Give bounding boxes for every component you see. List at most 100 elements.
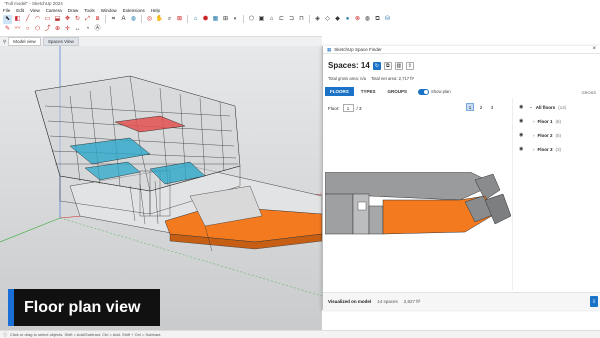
export-report-icon[interactable]: ⇩ (590, 296, 598, 307)
panel-header: ▦ SketchUp Space Finder (323, 46, 600, 54)
arc-icon[interactable]: ◠ (33, 15, 42, 24)
show-plan-toggle[interactable] (418, 88, 430, 95)
pan-icon[interactable]: ✋ (155, 15, 164, 24)
export-icon[interactable]: ⇪ (405, 61, 414, 70)
shaded-icon[interactable]: ● (343, 15, 352, 24)
tree-item-count: (5) (555, 132, 562, 138)
menu-window[interactable]: Window (101, 8, 117, 13)
delete-icon[interactable]: ▥ (394, 61, 403, 70)
scenes-collapse-icon[interactable]: ⚲ (3, 39, 6, 45)
menu-extensions[interactable]: Extensions (123, 8, 145, 13)
intersect-icon[interactable]: ⊕ (53, 25, 62, 34)
caption-text: Floor plan view (24, 298, 141, 316)
eraser-icon[interactable]: ◧ (13, 15, 22, 24)
top-view-icon[interactable]: ▣ (257, 15, 266, 24)
toolbar-divider (309, 15, 310, 23)
chevron-right-icon[interactable]: › (533, 147, 535, 152)
eye-icon[interactable]: ◉ (519, 132, 526, 138)
panel-tabs: FLOORS TYPES GROUPS Show plan (325, 87, 451, 96)
freehand-icon[interactable]: 〰 (13, 25, 22, 34)
tab-groups[interactable]: GROUPS (383, 87, 413, 96)
refresh-icon[interactable]: ↻ (372, 61, 381, 70)
main-toolbar: ⬉ ◧ ╱ ◠ ▭ ⬓ ✥ ↻ ⤢ ⧈ ⌗ A ◍ ◎ ✋ ⌕ ⊠ ⌂ ⬢ ▦ … (0, 14, 600, 24)
window-title-bar: "Full model" - SketchUp 2024 (0, 0, 600, 7)
tree-item-all-floors[interactable]: ◉ ⌄ All floors (14) (513, 100, 600, 114)
front-view-icon[interactable]: ⌂ (267, 15, 276, 24)
right-view-icon[interactable]: ⊏ (277, 15, 286, 24)
sections-icon[interactable]: ⊞ (221, 15, 230, 24)
space-finder-panel: ▦ SketchUp Space Finder × Spaces: 14 ↻ ⧉… (322, 46, 600, 310)
model-render (0, 46, 322, 297)
scale-icon[interactable]: ⤢ (83, 15, 92, 24)
select-icon[interactable]: ⬉ (3, 14, 12, 24)
dimension-icon[interactable]: ↔ (73, 25, 82, 34)
area-type-label[interactable]: GROSS (582, 90, 596, 95)
zoom-extents-icon[interactable]: ⊠ (175, 15, 184, 24)
page-button-3[interactable]: 3 (488, 103, 496, 111)
tab-floors[interactable]: FLOORS (325, 87, 354, 96)
floor-pagination: 1 2 3 (466, 103, 496, 111)
axes-icon[interactable]: ✛ (63, 25, 72, 34)
warehouse-icon[interactable]: ⌂ (191, 15, 200, 24)
rotate-icon[interactable]: ↻ (73, 15, 82, 24)
menu-help[interactable]: Help (151, 8, 160, 13)
scene-tab-spaces-view[interactable]: Spaces View (42, 37, 79, 46)
iso-view-icon[interactable]: ⬡ (247, 15, 256, 24)
close-icon[interactable]: × (592, 46, 596, 52)
3d-text-icon[interactable]: Ⓐ (93, 25, 102, 34)
back-view-icon[interactable]: ⊐ (287, 15, 296, 24)
model-viewport[interactable] (0, 46, 322, 330)
scene-tab-model-view[interactable]: Model view (8, 37, 41, 46)
floor-plan-drawing[interactable] (325, 172, 511, 242)
paint-icon[interactable]: ◍ (129, 15, 138, 24)
page-button-1[interactable]: 1 (466, 103, 474, 111)
tree-item-floor-3[interactable]: ◉ › Floor 3 (3) (513, 142, 600, 156)
zoom-icon[interactable]: ⌕ (165, 15, 174, 24)
move-icon[interactable]: ✥ (63, 15, 72, 24)
wireframe-icon[interactable]: ◇ (323, 15, 332, 24)
page-button-2[interactable]: 2 (477, 103, 485, 111)
orbit-icon[interactable]: ◎ (145, 15, 154, 24)
textured-icon[interactable]: ⊗ (353, 15, 362, 24)
left-view-icon[interactable]: ⊓ (297, 15, 306, 24)
styles-icon[interactable]: ◐ (231, 15, 240, 24)
floor-input[interactable]: 1 (342, 104, 354, 112)
tree-item-floor-1[interactable]: ◉ › Floor 1 (6) (513, 114, 600, 128)
menu-tools[interactable]: Tools (84, 8, 95, 13)
polygon-icon[interactable]: ⬠ (33, 25, 42, 34)
toolbar-divider (105, 15, 106, 23)
hidden-line-icon[interactable]: ◆ (333, 15, 342, 24)
eye-icon[interactable]: ◉ (519, 104, 526, 110)
show-plan-label: Show plan (431, 89, 451, 94)
push-pull-icon[interactable]: ⬓ (53, 15, 62, 24)
eye-icon[interactable]: ◉ (519, 118, 526, 124)
pencil-icon[interactable]: ✎ (3, 25, 12, 34)
menu-edit[interactable]: Edit (16, 8, 24, 13)
copy-icon[interactable]: ⧉ (383, 61, 392, 70)
text-icon[interactable]: A (119, 15, 128, 24)
protractor-icon[interactable]: ◔ (83, 25, 92, 34)
menu-camera[interactable]: Camera (46, 8, 62, 13)
chevron-right-icon[interactable]: › (533, 133, 535, 138)
tape-icon[interactable]: ⌗ (109, 15, 118, 24)
chevron-right-icon[interactable]: › (533, 119, 535, 124)
chevron-down-icon[interactable]: ⌄ (529, 104, 533, 110)
space-finder-icon[interactable]: ▦ (211, 15, 220, 24)
circle-icon[interactable]: ○ (23, 25, 32, 34)
menu-draw[interactable]: Draw (68, 8, 79, 13)
offset-icon[interactable]: ⧈ (93, 15, 102, 24)
extension-icon[interactable]: ⬢ (201, 15, 210, 24)
monochrome-icon[interactable]: ◍ (363, 15, 372, 24)
tab-types[interactable]: TYPES (356, 87, 381, 96)
eye-icon[interactable]: ◉ (519, 146, 526, 152)
menu-view[interactable]: View (30, 8, 40, 13)
menu-file[interactable]: File (3, 8, 10, 13)
rectangle-icon[interactable]: ▭ (43, 15, 52, 24)
line-icon[interactable]: ╱ (23, 15, 32, 24)
section-plane-icon[interactable]: ⧉ (373, 15, 382, 24)
info-icon: ⓘ (3, 331, 7, 337)
solid-tools-icon[interactable]: ⛁ (383, 15, 392, 24)
xray-icon[interactable]: ◈ (313, 15, 322, 24)
follow-me-icon[interactable]: ⤴ (43, 25, 52, 34)
tree-item-floor-2[interactable]: ◉ › Floor 2 (5) (513, 128, 600, 142)
